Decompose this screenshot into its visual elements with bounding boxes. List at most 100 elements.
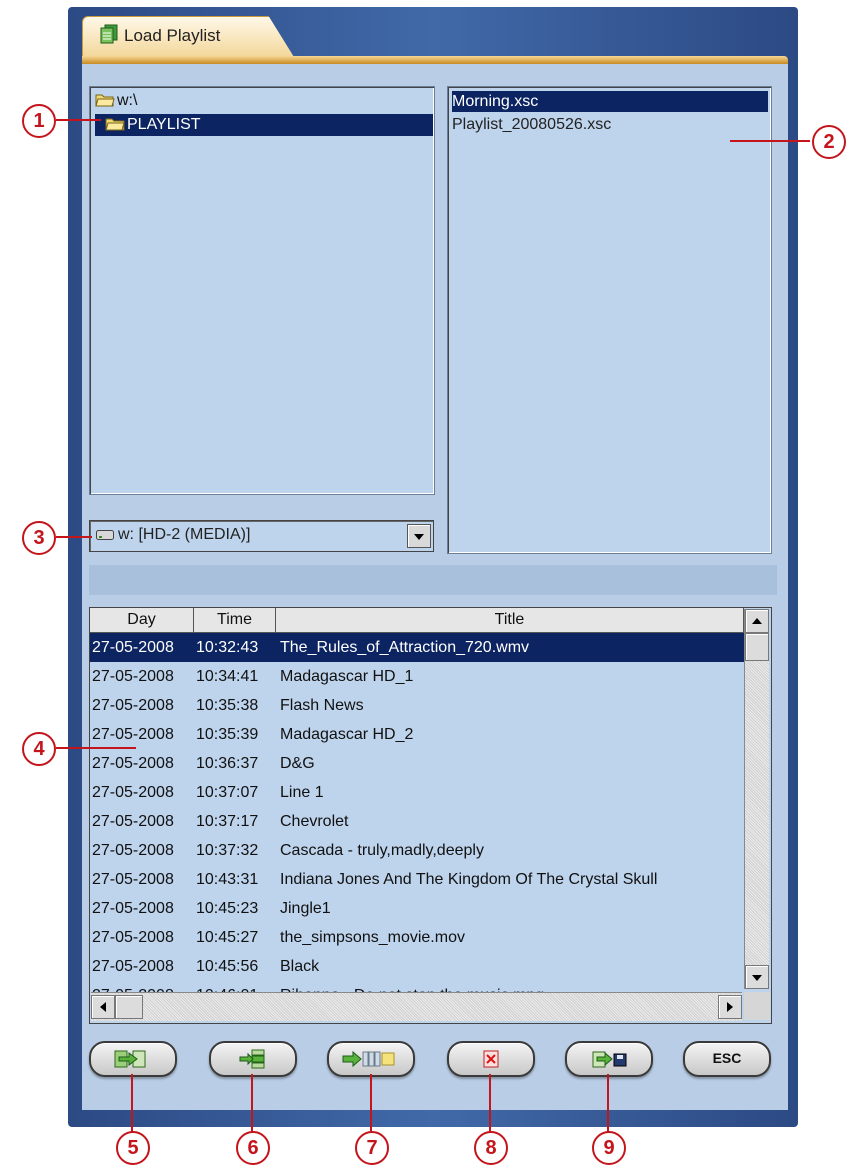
callout-2: 2	[812, 125, 846, 159]
insert-button[interactable]	[209, 1041, 297, 1077]
table-row[interactable]: 27-05-2008 10:37:32 Cascada - truly,madly,…	[90, 836, 744, 865]
cell-title: Chevrolet	[280, 813, 349, 830]
table-row[interactable]: 27-05-2008 10:35:38 Flash News	[90, 691, 744, 720]
save-button[interactable]	[565, 1041, 653, 1077]
table-row[interactable]: 27-05-2008 10:45:56 Black	[90, 952, 744, 981]
cell-time: 10:45:27	[196, 929, 259, 946]
file-item[interactable]: Playlist_20080526.xsc	[452, 114, 768, 135]
callout-5: 5	[116, 1131, 150, 1165]
column-header-time[interactable]: Time	[194, 608, 276, 633]
callout-line-5	[131, 1074, 133, 1132]
callout-line-3	[56, 536, 92, 538]
scroll-corner	[744, 992, 770, 1020]
column-header-title[interactable]: Title	[276, 608, 744, 633]
callout-line-7	[370, 1074, 372, 1132]
separator-bar	[89, 565, 777, 595]
load-arrow-icon	[114, 1050, 146, 1068]
cell-day: 27-05-2008	[92, 871, 174, 888]
cell-time: 10:35:39	[196, 726, 259, 743]
esc-button[interactable]: ESC	[683, 1041, 771, 1077]
table-row[interactable]: 27-05-2008 10:34:41 Madagascar HD_1	[90, 662, 744, 691]
esc-label: ESC	[712, 1050, 742, 1066]
cell-title: Indiana Jones And The Kingdom Of The Cry…	[280, 871, 658, 888]
drive-icon	[96, 530, 114, 540]
dropdown-button[interactable]	[407, 524, 431, 548]
vertical-scrollbar[interactable]	[744, 609, 769, 989]
table-row[interactable]: 27-05-2008 10:37:17 Chevrolet	[90, 807, 744, 836]
file-item[interactable]: Morning.xsc	[452, 91, 768, 112]
playlist-table[interactable]: Day Time Title 27-05-2008 10:32:43 The_Rul…	[89, 607, 772, 1024]
playlist-file-list[interactable]: Morning.xsc Playlist_20080526.xsc	[447, 86, 772, 554]
cell-title: Black	[280, 958, 320, 975]
cell-title: the_simpsons_movie.mov	[280, 929, 465, 946]
callout-line-4	[56, 747, 136, 749]
scroll-left-button[interactable]	[91, 995, 115, 1019]
arrow-up-icon	[752, 618, 762, 624]
insert-icon	[239, 1049, 265, 1069]
append-button[interactable]	[327, 1041, 415, 1077]
callout-7: 7	[355, 1131, 389, 1165]
cell-day: 27-05-2008	[92, 900, 174, 917]
cell-title: Madagascar HD_2	[280, 726, 414, 743]
load-button[interactable]	[89, 1041, 177, 1077]
cell-time: 10:45:56	[196, 958, 259, 975]
arrow-down-icon	[752, 975, 762, 981]
table-row[interactable]: 27-05-2008 10:45:27 the_simpsons_movie.mov	[90, 923, 744, 952]
callout-4: 4	[22, 732, 56, 766]
folder-open-icon	[95, 94, 115, 107]
callout-line-6	[251, 1074, 253, 1132]
scroll-down-button[interactable]	[745, 965, 769, 989]
cell-time: 10:37:32	[196, 842, 259, 859]
table-row[interactable]: 27-05-2008 10:37:07 Line 1	[90, 778, 744, 807]
table-row[interactable]: 27-05-2008 10:45:23 Jingle1	[90, 894, 744, 923]
tree-item-root[interactable]: w:\	[95, 90, 175, 112]
cell-day: 27-05-2008	[92, 842, 174, 859]
cell-time: 10:37:07	[196, 784, 259, 801]
callout-8: 8	[474, 1131, 508, 1165]
callout-line-1	[56, 119, 101, 121]
cell-day: 27-05-2008	[92, 726, 174, 743]
cell-day: 27-05-2008	[92, 639, 174, 656]
arrow-right-icon	[727, 1002, 733, 1012]
tab-label: Load Playlist	[124, 26, 221, 45]
scroll-thumb-horizontal[interactable]	[115, 995, 143, 1019]
callout-line-9	[607, 1074, 609, 1132]
cell-time: 10:37:17	[196, 813, 259, 830]
delete-icon	[483, 1050, 499, 1068]
folder-tree[interactable]: w:\ PLAYLIST	[89, 86, 435, 495]
scroll-thumb[interactable]	[745, 633, 769, 661]
callout-3: 3	[22, 521, 56, 555]
playlist-icon	[100, 24, 118, 44]
tree-item-label: PLAYLIST	[127, 116, 201, 133]
table-row[interactable]: 27-05-2008 10:35:39 Madagascar HD_2	[90, 720, 744, 749]
tree-item-playlist[interactable]: PLAYLIST	[95, 114, 433, 136]
cell-title: Line 1	[280, 784, 324, 801]
callout-line-2	[730, 140, 810, 142]
callout-9: 9	[592, 1131, 626, 1165]
arrow-left-icon	[100, 1002, 106, 1012]
horizontal-scrollbar[interactable]	[91, 992, 742, 1021]
cell-day: 27-05-2008	[92, 929, 174, 946]
cell-day: 27-05-2008	[92, 784, 174, 801]
drive-select[interactable]: w: [HD-2 (MEDIA)]	[89, 520, 434, 552]
table-row[interactable]: 27-05-2008 10:43:31 Indiana Jones And The …	[90, 865, 744, 894]
tree-item-label: w:\	[117, 92, 138, 109]
cell-title: The_Rules_of_Attraction_720.wmv	[280, 639, 530, 656]
cell-title: Flash News	[280, 697, 364, 714]
cell-title: Jingle1	[280, 900, 331, 917]
callout-line-8	[489, 1074, 491, 1132]
cell-day: 27-05-2008	[92, 668, 174, 685]
chevron-down-icon	[414, 534, 424, 540]
cell-title: Cascada - truly,madly,deeply	[280, 842, 484, 859]
scroll-up-button[interactable]	[745, 609, 769, 633]
callout-6: 6	[236, 1131, 270, 1165]
tab-stripe	[82, 56, 788, 64]
cell-title: D&G	[280, 755, 315, 772]
cell-time: 10:36:37	[196, 755, 259, 772]
delete-button[interactable]	[447, 1041, 535, 1077]
cell-time: 10:32:43	[196, 639, 259, 656]
column-header-day[interactable]: Day	[90, 608, 194, 633]
table-row[interactable]: 27-05-2008 10:32:43 The_Rules_of_Attractio…	[90, 633, 744, 662]
scroll-right-button[interactable]	[718, 995, 742, 1019]
table-row[interactable]: 27-05-2008 10:36:37 D&G	[90, 749, 744, 778]
